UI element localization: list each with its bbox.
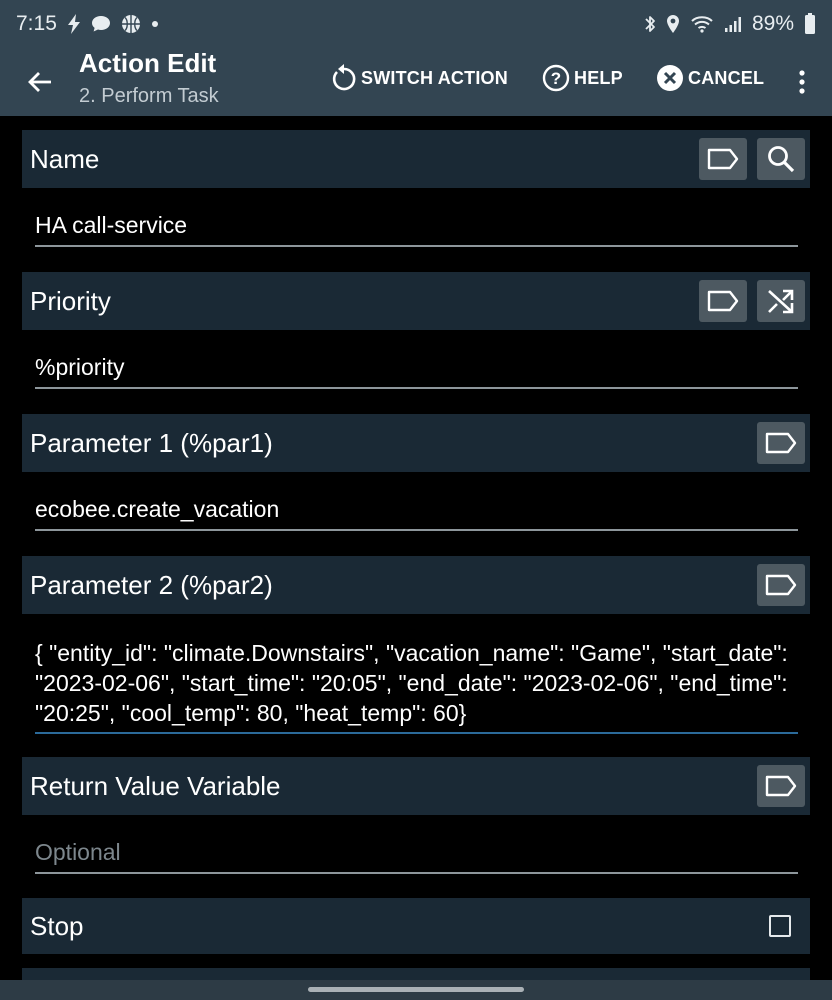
status-time: 7:15 — [16, 12, 57, 35]
signal-icon — [724, 15, 742, 33]
app-bar: Action Edit 2. Perform Task SWITCH ACTIO… — [0, 48, 832, 116]
help-label: HELP — [574, 67, 623, 88]
search-icon — [768, 146, 795, 173]
help-button[interactable]: ? HELP — [542, 60, 623, 96]
name-label: Name — [30, 144, 100, 174]
return-value-label-button[interactable] — [757, 765, 805, 807]
label-tag-icon — [707, 290, 739, 312]
label-tag-icon — [707, 148, 739, 170]
return-value-label: Return Value Variable — [30, 771, 281, 801]
gesture-handle[interactable] — [308, 987, 524, 992]
basketball-icon — [121, 14, 141, 34]
status-left: 7:15 — [16, 12, 159, 36]
dot-icon — [151, 20, 159, 28]
name-label-button[interactable] — [699, 138, 747, 180]
param1-value: ecobee.create_vacation — [35, 496, 280, 522]
return-value-header: Return Value Variable — [22, 757, 810, 815]
overflow-menu-button[interactable] — [788, 62, 816, 102]
status-right: 89% — [644, 12, 816, 36]
label-tag-icon — [765, 432, 797, 454]
param1-field[interactable]: ecobee.create_vacation — [35, 487, 798, 531]
priority-label-button[interactable] — [699, 280, 747, 322]
label-tag-icon — [765, 775, 797, 797]
label-tag-icon — [765, 574, 797, 596]
svg-text:?: ? — [551, 69, 562, 88]
switch-action-label: SWITCH ACTION — [361, 67, 508, 88]
priority-header: Priority — [22, 272, 810, 330]
stop-checkbox[interactable] — [769, 915, 791, 937]
priority-field[interactable]: %priority — [35, 345, 798, 389]
shuffle-icon — [768, 289, 794, 314]
switch-action-button[interactable]: SWITCH ACTION — [331, 60, 508, 96]
chat-bubble-icon — [91, 15, 111, 33]
priority-label: Priority — [30, 286, 111, 316]
param2-value: { "entity_id": "climate.Downstairs", "va… — [35, 640, 788, 726]
return-value-field[interactable]: Optional — [35, 830, 798, 874]
priority-value: %priority — [35, 354, 125, 380]
param2-label-button[interactable] — [757, 564, 805, 606]
param1-label-button[interactable] — [757, 422, 805, 464]
stop-label: Stop — [30, 911, 84, 941]
param1-header: Parameter 1 (%par1) — [22, 414, 810, 472]
help-icon: ? — [542, 64, 570, 92]
bluetooth-icon — [644, 14, 656, 34]
cancel-button[interactable]: CANCEL — [656, 60, 764, 96]
param2-label: Parameter 2 (%par2) — [30, 570, 273, 600]
stop-header: Stop — [22, 898, 810, 954]
more-vert-icon — [799, 70, 805, 94]
param2-header: Parameter 2 (%par2) — [22, 556, 810, 614]
location-icon — [666, 14, 680, 34]
rotate-icon — [332, 64, 356, 91]
flash-icon — [67, 14, 81, 34]
cancel-icon — [657, 65, 683, 91]
battery-text: 89% — [751, 12, 794, 35]
status-bar: 7:15 89% — [0, 0, 832, 48]
priority-variable-button[interactable] — [757, 280, 805, 322]
name-header: Name — [22, 130, 810, 188]
return-value-placeholder: Optional — [35, 839, 121, 865]
back-button[interactable] — [20, 62, 60, 102]
name-value: HA call-service — [35, 212, 188, 238]
arrow-back-icon — [28, 72, 51, 92]
cancel-label: CANCEL — [688, 67, 765, 88]
page-subtitle: 2. Perform Task — [79, 85, 219, 107]
param1-label: Parameter 1 (%par1) — [30, 428, 273, 458]
page-title: Action Edit — [79, 48, 217, 78]
name-field[interactable]: HA call-service — [35, 203, 798, 247]
param2-field[interactable]: { "entity_id": "climate.Downstairs", "va… — [35, 636, 798, 734]
battery-icon — [804, 13, 816, 35]
wifi-calling-icon — [690, 14, 714, 34]
name-search-button[interactable] — [757, 138, 805, 180]
